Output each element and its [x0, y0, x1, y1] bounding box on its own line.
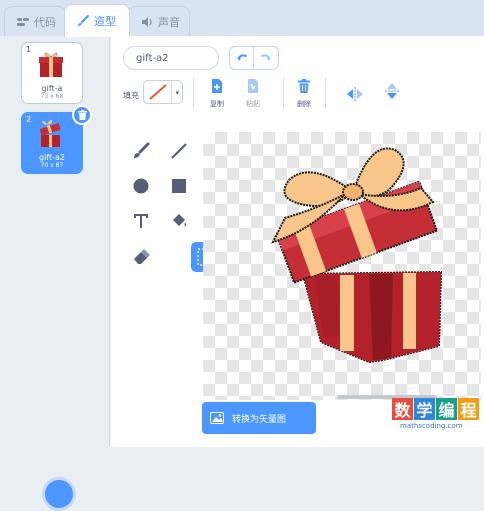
convert-to-vector-label: 转换为矢量图 [232, 414, 287, 425]
copy-button[interactable]: 复制 [202, 78, 232, 109]
tab-sounds[interactable]: 声音 [128, 6, 190, 36]
brush-tool[interactable] [126, 136, 156, 166]
speaker-icon [141, 16, 153, 27]
tab-costumes-label: 造型 [94, 15, 116, 28]
text-tool[interactable] [126, 206, 156, 236]
add-costume-button[interactable] [42, 477, 76, 511]
fill-label: 填充 [123, 91, 139, 100]
costume-name-input[interactable] [123, 46, 219, 70]
eraser-tool[interactable] [126, 242, 156, 272]
open-gift-thumbnail [39, 119, 61, 147]
paint-bucket-icon [173, 214, 187, 227]
line-icon [171, 143, 187, 159]
tab-code-label: 代码 [34, 15, 56, 29]
costume-name: gift-a [41, 84, 63, 93]
paste-button[interactable]: 粘贴 [238, 78, 268, 109]
watermark-logo: 数 学 编 程 mathscoding.com [392, 398, 482, 444]
circle-tool[interactable] [126, 171, 156, 201]
no-fill-swatch-icon [149, 84, 167, 100]
costume-item-selected[interactable]: 2 gift-a2 70 x 87 [21, 105, 92, 174]
convert-to-vector-button[interactable]: 转换为矢量图 [202, 402, 316, 434]
flip-horizontal-button[interactable] [340, 86, 370, 105]
costume-number: 1 [26, 45, 32, 54]
undo-button[interactable] [229, 46, 254, 70]
delete-label: 删除 [297, 100, 311, 108]
paint-editor: 填充 ▾ 复制 粘贴 删除 [111, 36, 484, 447]
rectangle-tool[interactable] [164, 171, 194, 201]
costume-name: gift-a2 [39, 153, 65, 162]
copy-icon [212, 79, 222, 93]
rectangle-icon [172, 179, 186, 193]
brush-icon [77, 15, 89, 27]
tab-code[interactable]: 代码 [4, 6, 66, 36]
costume-number: 2 [26, 115, 32, 124]
paint-canvas[interactable] [203, 132, 481, 400]
gift-thumbnail [39, 52, 63, 77]
paste-label: 粘贴 [246, 100, 260, 108]
delete-button[interactable]: 删除 [289, 78, 319, 109]
tab-costumes[interactable]: 造型 [64, 4, 130, 37]
tab-bar: 代码 造型 声音 [0, 0, 484, 37]
watermark-char: 编 [436, 398, 457, 420]
paste-icon [248, 79, 258, 93]
flip-vertical-button[interactable] [377, 82, 407, 104]
trash-icon [77, 110, 87, 120]
circle-icon [133, 178, 149, 194]
chevron-down-icon: ▾ [175, 89, 179, 97]
line-tool[interactable] [164, 136, 194, 166]
flip-vertical-icon [385, 83, 399, 99]
undo-redo-group [229, 46, 279, 70]
delete-costume-button[interactable] [72, 105, 92, 125]
text-icon [134, 214, 148, 228]
image-icon [210, 412, 224, 424]
copy-label: 复制 [210, 100, 224, 108]
costume-size: 73 x 68 [40, 93, 64, 100]
trash-icon [298, 79, 310, 93]
tab-sounds-label: 声音 [158, 15, 180, 29]
brush-icon [134, 142, 150, 158]
flip-horizontal-icon [347, 87, 363, 101]
code-icon [17, 17, 29, 27]
costume-list: 1 gift-a 73 x 68 2 gift-a2 70 x 87 [0, 36, 110, 511]
undo-icon [236, 54, 247, 61]
watermark-url: mathscoding.com [400, 422, 463, 430]
eraser-icon [134, 249, 150, 264]
redo-icon [261, 54, 271, 61]
costume-size: 70 x 87 [40, 162, 64, 169]
open-gift-image [271, 147, 443, 364]
watermark-char: 数 [392, 398, 413, 420]
costume-item[interactable]: 1 gift-a 73 x 68 [21, 42, 83, 104]
watermark-char: 学 [414, 398, 435, 420]
redo-button[interactable] [254, 46, 279, 70]
fill-tool[interactable] [164, 206, 194, 236]
watermark-char: 程 [458, 398, 479, 420]
fill-color-picker[interactable]: ▾ [143, 80, 183, 104]
